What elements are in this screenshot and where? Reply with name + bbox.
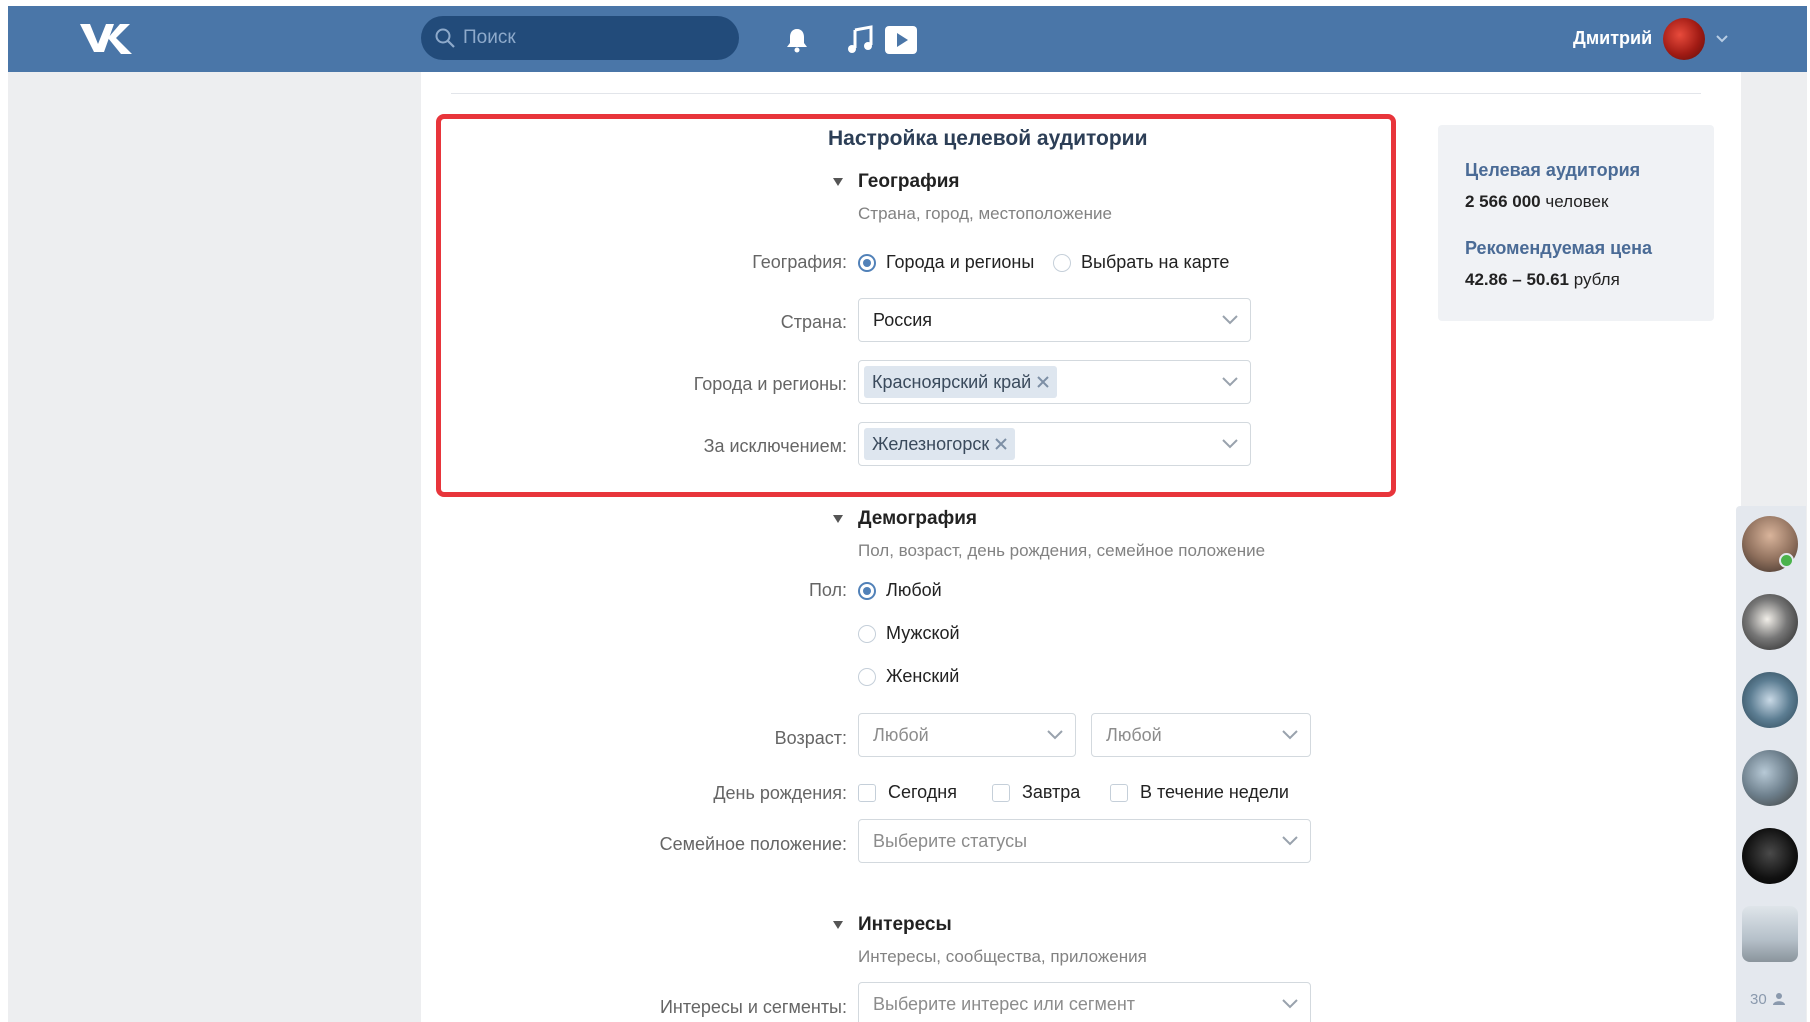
user-avatar[interactable]	[1663, 18, 1705, 60]
checkbox-today-label[interactable]: Сегодня	[888, 782, 957, 803]
radio-gender-any-label[interactable]: Любой	[886, 580, 942, 601]
person-icon	[1772, 993, 1785, 1005]
radio-choose-on-map-label[interactable]: Выбрать на карте	[1081, 252, 1229, 273]
top-navigation-bar: Поиск Дмитрий	[8, 6, 1807, 72]
interests-segments-label: Интересы и сегменты:	[659, 997, 847, 1017]
cities-label: Города и регионы:	[693, 374, 847, 394]
audience-heading: Целевая аудитория	[1465, 160, 1641, 180]
friend-avatar[interactable]	[1742, 828, 1798, 884]
interests-subtitle: Интересы, сообщества, приложения	[858, 947, 1147, 966]
price-unit: рубля	[1573, 270, 1620, 289]
age-from-select[interactable]: Любой	[858, 713, 1076, 757]
remove-tag-icon[interactable]	[1037, 376, 1049, 388]
except-select[interactable]: Железногорск	[858, 422, 1251, 466]
remove-tag-icon[interactable]	[995, 438, 1007, 450]
birthday-label: День рождения:	[713, 783, 847, 803]
price-range: 42.86 – 50.61	[1465, 270, 1569, 289]
radio-cities-regions-label[interactable]: Города и регионы	[886, 252, 1034, 273]
radio-gender-any[interactable]	[858, 582, 876, 600]
age-to-value: Любой	[1106, 725, 1162, 745]
browser-viewport: Поиск Дмитрий Настройка целевой аудитори…	[8, 6, 1807, 1022]
search-icon	[435, 28, 455, 48]
friend-avatar[interactable]	[1742, 672, 1798, 728]
search-placeholder: Поиск	[463, 27, 516, 48]
geography-subtitle: Страна, город, местоположение	[858, 204, 1112, 223]
audience-unit: человек	[1545, 192, 1609, 211]
checkbox-this-week[interactable]	[1110, 784, 1128, 802]
country-value: Россия	[873, 310, 933, 330]
chevron-down-icon	[1282, 999, 1298, 1009]
form-title: Настройка целевой аудитории	[828, 127, 1148, 150]
divider	[451, 93, 1701, 94]
age-to-select[interactable]: Любой	[1091, 713, 1311, 757]
audience-summary-panel: Целевая аудитория 2 566 000 человек Реко…	[1438, 125, 1714, 321]
audience-size: 2 566 000 человек	[1465, 192, 1608, 212]
friend-avatar[interactable]	[1742, 594, 1798, 650]
tag-label: Железногорск	[872, 433, 990, 454]
chevron-down-icon	[1222, 439, 1238, 449]
collapse-triangle-icon[interactable]	[833, 515, 843, 523]
search-field[interactable]: Поиск	[421, 16, 739, 60]
marital-status-label: Семейное положение:	[659, 834, 847, 854]
chevron-down-icon	[1047, 730, 1063, 740]
checkbox-tomorrow-label[interactable]: Завтра	[1022, 782, 1080, 803]
radio-gender-female[interactable]	[858, 668, 876, 686]
demography-heading[interactable]: Демография	[858, 508, 977, 530]
interests-segments-placeholder: Выберите интерес или сегмент	[873, 994, 1136, 1014]
notifications-bell-icon[interactable]	[783, 26, 811, 54]
gender-label: Пол:	[808, 580, 847, 600]
radio-choose-on-map[interactable]	[1053, 254, 1071, 272]
checkbox-tomorrow[interactable]	[992, 784, 1010, 802]
selected-tag: Железногорск	[864, 428, 1016, 460]
cities-select[interactable]: Красноярский край	[858, 360, 1251, 404]
friend-avatar[interactable]	[1742, 516, 1798, 572]
radio-gender-female-label[interactable]: Женский	[886, 666, 959, 687]
collapse-triangle-icon[interactable]	[833, 178, 843, 186]
selected-tag: Красноярский край	[864, 366, 1058, 398]
age-from-value: Любой	[873, 725, 929, 745]
chevron-down-icon	[1282, 730, 1298, 740]
friends-count-value: 30	[1750, 991, 1767, 1008]
checkbox-this-week-label[interactable]: В течение недели	[1140, 782, 1289, 803]
user-name[interactable]: Дмитрий	[1573, 28, 1652, 49]
country-select[interactable]: Россия	[858, 298, 1251, 342]
radio-gender-male[interactable]	[858, 625, 876, 643]
online-indicator	[1779, 553, 1794, 568]
chevron-down-icon	[1222, 315, 1238, 325]
friends-count[interactable]: 30	[1750, 991, 1785, 1008]
audience-number: 2 566 000	[1465, 192, 1541, 211]
chevron-down-icon	[1222, 377, 1238, 387]
geography-label: География:	[752, 252, 847, 272]
price-value: 42.86 – 50.61 рубля	[1465, 270, 1620, 290]
demography-subtitle: Пол, возраст, день рождения, семейное по…	[858, 541, 1266, 560]
radio-cities-regions[interactable]	[858, 254, 876, 272]
chevron-down-icon	[1282, 836, 1298, 846]
music-icon[interactable]	[846, 25, 874, 55]
friend-avatar[interactable]	[1742, 750, 1798, 806]
play-icon[interactable]	[883, 24, 919, 56]
radio-gender-male-label[interactable]: Мужской	[886, 623, 960, 644]
geography-heading[interactable]: География	[858, 171, 959, 193]
tag-label: Красноярский край	[872, 371, 1032, 392]
chevron-down-icon[interactable]	[1715, 34, 1729, 44]
friends-sidebar: 30	[1736, 506, 1806, 1022]
marital-status-select[interactable]: Выберите статусы	[858, 819, 1311, 863]
age-label: Возраст:	[774, 728, 847, 748]
vk-logo-icon[interactable]	[78, 18, 138, 60]
checkbox-today[interactable]	[858, 784, 876, 802]
interests-heading[interactable]: Интересы	[858, 914, 952, 936]
marital-status-placeholder: Выберите статусы	[873, 831, 1028, 851]
interests-segments-select[interactable]: Выберите интерес или сегмент	[858, 982, 1311, 1022]
except-label: За исключением:	[703, 436, 847, 456]
collapse-triangle-icon[interactable]	[833, 921, 843, 929]
price-heading: Рекомендуемая цена	[1465, 238, 1653, 258]
friend-avatar[interactable]	[1742, 906, 1798, 962]
country-label: Страна:	[780, 312, 847, 332]
